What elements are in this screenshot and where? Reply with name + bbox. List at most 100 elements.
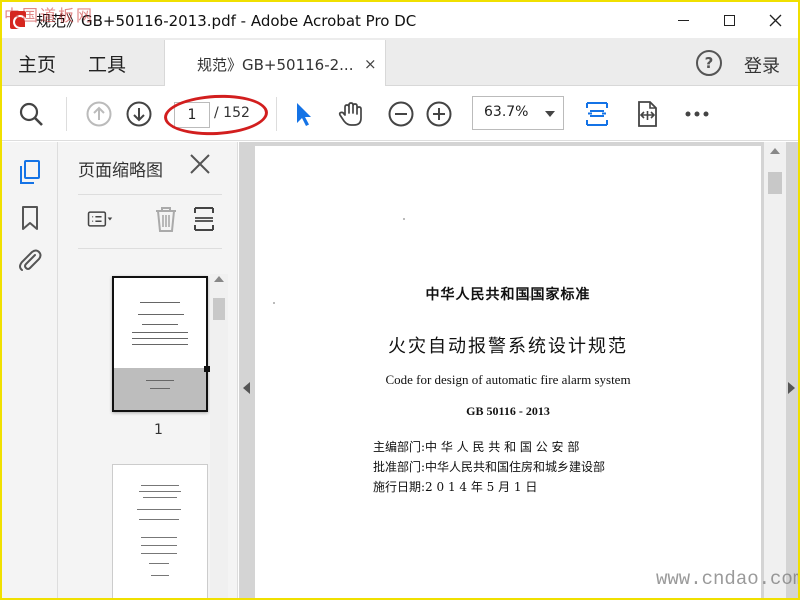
thumb-line bbox=[141, 537, 177, 538]
more-icon bbox=[685, 111, 709, 117]
insert-page-button[interactable] bbox=[186, 204, 222, 234]
zoom-value: 63.7% bbox=[484, 104, 529, 120]
scroll-up-icon[interactable] bbox=[214, 276, 224, 282]
page-thumbnails-icon bbox=[20, 160, 40, 184]
arrow-up-icon bbox=[86, 101, 112, 127]
thumb-line bbox=[138, 314, 184, 315]
toolbar-divider bbox=[276, 97, 277, 131]
thumbnail-options-button[interactable] bbox=[80, 204, 120, 234]
zoom-in-icon bbox=[426, 101, 452, 127]
search-icon bbox=[19, 102, 43, 126]
tools-menu[interactable]: 工具 bbox=[88, 50, 126, 77]
previous-page-button[interactable] bbox=[84, 99, 114, 129]
menu-bar: 主页 工具 规范》GB+50116-2... × ? 登录 bbox=[2, 38, 798, 86]
thumb-line bbox=[132, 338, 188, 339]
help-icon[interactable]: ? bbox=[696, 50, 722, 76]
thumbnails-scrollbar[interactable] bbox=[210, 274, 228, 598]
effective-date: 施行日期:2 0 1 4 年 5 月 1 日 bbox=[373, 480, 538, 494]
thumb-line bbox=[139, 519, 179, 520]
trash-icon bbox=[156, 207, 176, 232]
thumb-line bbox=[140, 302, 180, 303]
thumb-line bbox=[139, 491, 181, 492]
login-button[interactable]: 登录 bbox=[744, 52, 780, 78]
scroll-up-icon[interactable] bbox=[770, 148, 780, 154]
thumb-line bbox=[142, 324, 178, 325]
page-thumbnail-2[interactable] bbox=[112, 464, 208, 598]
insert-page-icon bbox=[194, 207, 214, 231]
title-bar: 规范》GB+50116-2013.pdf - Adobe Acrobat Pro… bbox=[2, 2, 798, 38]
arrow-down-icon bbox=[126, 101, 152, 127]
zoom-dropdown[interactable]: 63.7% bbox=[472, 96, 564, 130]
maximize-icon bbox=[723, 14, 735, 26]
thumbnail-shaded-region bbox=[114, 368, 206, 410]
thumb-line bbox=[132, 344, 188, 345]
chevron-down-icon bbox=[545, 111, 555, 117]
thumbnail-page-number: 1 bbox=[154, 422, 163, 438]
acrobat-window: 规范》GB+50116-2013.pdf - Adobe Acrobat Pro… bbox=[2, 2, 798, 598]
document-title-english: Code for design of automatic fire alarm … bbox=[385, 372, 631, 387]
thumb-line bbox=[143, 497, 177, 498]
expand-right-panel-icon[interactable] bbox=[788, 382, 795, 394]
watermark-top-left: 中国道板网 bbox=[4, 6, 95, 25]
document-title: 火灾自动报警系统设计规范 bbox=[388, 336, 628, 357]
close-icon bbox=[769, 14, 781, 26]
select-arrow-icon bbox=[297, 103, 311, 126]
thumb-line bbox=[150, 388, 170, 389]
close-window-button[interactable] bbox=[752, 2, 798, 38]
standard-code: GB 50116 - 2013 bbox=[466, 404, 550, 418]
options-menu-icon bbox=[87, 211, 113, 227]
next-page-button[interactable] bbox=[124, 99, 154, 129]
bookmarks-button[interactable] bbox=[16, 204, 44, 232]
document-view: 中华人民共和国国家标准 火灾自动报警系统设计规范 Code for design… bbox=[239, 142, 798, 598]
hand-tool-button[interactable] bbox=[336, 99, 366, 129]
divider bbox=[78, 248, 222, 249]
page-thumbnail-1[interactable] bbox=[112, 276, 210, 412]
page-thumbnails-button[interactable] bbox=[16, 158, 44, 186]
attachments-button[interactable] bbox=[16, 246, 44, 274]
red-annotation-ellipse bbox=[163, 92, 269, 138]
pdf-page: 中华人民共和国国家标准 火灾自动报警系统设计规范 Code for design… bbox=[255, 146, 761, 598]
zoom-in-button[interactable] bbox=[424, 99, 454, 129]
maximize-button[interactable] bbox=[706, 2, 752, 38]
minimize-icon bbox=[677, 19, 689, 21]
thumb-line bbox=[141, 545, 177, 546]
thumb-line bbox=[132, 332, 188, 333]
chief-department: 主编部门:中 华 人 民 共 和 国 公 安 部 bbox=[373, 440, 580, 454]
scrollbar-thumb[interactable] bbox=[213, 298, 225, 320]
zoom-out-button[interactable] bbox=[386, 99, 416, 129]
attachment-icon bbox=[19, 249, 42, 271]
minimize-button[interactable] bbox=[660, 2, 706, 38]
thumb-line bbox=[141, 485, 179, 486]
document-tab[interactable]: 规范》GB+50116-2... × bbox=[164, 40, 386, 86]
scrolling-mode-button[interactable] bbox=[582, 99, 612, 129]
thumb-line bbox=[149, 563, 169, 564]
close-tab-icon[interactable]: × bbox=[364, 55, 377, 73]
thumb-line bbox=[137, 509, 181, 510]
select-tool-button[interactable] bbox=[288, 99, 318, 129]
toolbar-divider bbox=[66, 97, 67, 131]
collapse-left-panel-icon[interactable] bbox=[243, 382, 250, 394]
hand-icon bbox=[338, 102, 362, 126]
fit-page-icon bbox=[586, 102, 608, 126]
more-tools-button[interactable] bbox=[682, 99, 712, 129]
home-menu[interactable]: 主页 bbox=[18, 50, 56, 77]
thumb-line bbox=[151, 575, 169, 576]
search-button[interactable] bbox=[16, 99, 46, 129]
delete-page-button[interactable] bbox=[148, 204, 184, 234]
bookmark-icon bbox=[22, 206, 38, 230]
document-scrollbar[interactable] bbox=[764, 142, 786, 598]
zoom-out-icon bbox=[388, 101, 414, 127]
page-speck bbox=[403, 218, 405, 220]
panel-title: 页面缩略图 bbox=[78, 161, 163, 181]
divider bbox=[78, 194, 222, 195]
thumbnail-list: 1 bbox=[58, 252, 228, 598]
scrollbar-thumb[interactable] bbox=[768, 172, 782, 194]
document-tab-label: 规范》GB+50116-2... bbox=[197, 56, 354, 74]
fit-width-button[interactable] bbox=[632, 99, 662, 129]
approving-department: 批准部门:中华人民共和国住房和城乡建设部 bbox=[373, 460, 606, 474]
navigation-rail bbox=[2, 142, 58, 598]
close-panel-button[interactable] bbox=[188, 152, 216, 180]
thumb-line bbox=[141, 553, 177, 554]
thumbnails-panel: 页面缩略图 1 bbox=[58, 142, 238, 598]
watermark-bottom-right: www.cndao.com bbox=[656, 568, 798, 590]
